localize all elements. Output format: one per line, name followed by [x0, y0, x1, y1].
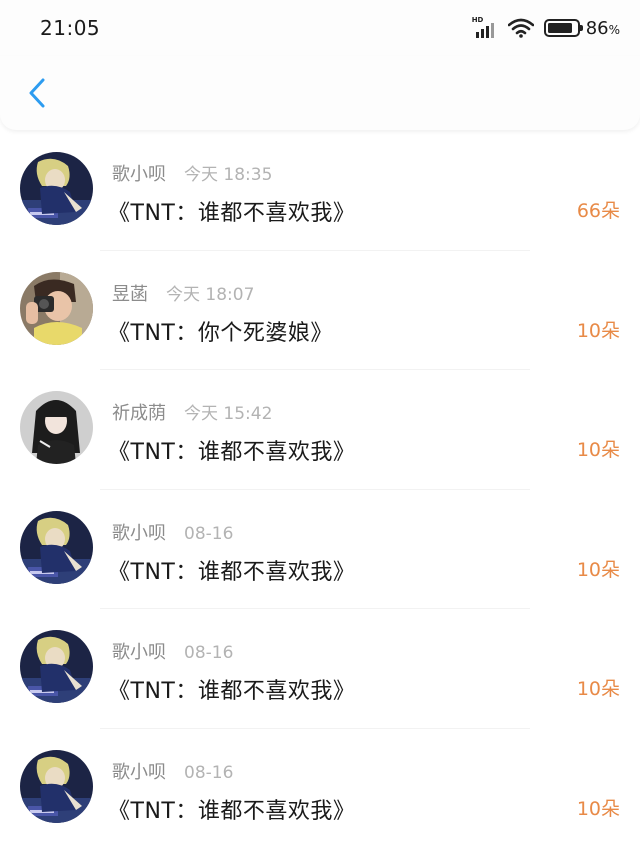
sender-name[interactable]: 歌小呗 [112, 160, 166, 186]
battery-icon [544, 19, 580, 37]
avatar[interactable] [20, 391, 93, 464]
gift-count: 10朵 [577, 316, 620, 343]
item-message: 《TNT：谁都不喜欢我》 [108, 195, 355, 227]
item-meta: 昱菡今天 18:07 [112, 280, 254, 306]
wifi-icon [508, 18, 534, 38]
item-meta: 歌小呗 08-16 [112, 758, 233, 784]
gift-count: 10朵 [577, 435, 620, 462]
avatar[interactable] [20, 511, 93, 584]
signal-icon: HD [472, 17, 498, 39]
avatar[interactable] [20, 750, 93, 823]
item-meta: 祈成荫今天 15:42 [112, 399, 272, 425]
top-nav-bar [0, 56, 640, 130]
item-timestamp: 今天 18:35 [184, 160, 272, 185]
back-button[interactable] [22, 73, 52, 113]
avatar[interactable] [20, 272, 93, 345]
list-item[interactable]: 祈成荫今天 15:42 《TNT：谁都不喜欢我》 10朵 [0, 369, 640, 489]
gift-count: 66朵 [577, 196, 620, 223]
list-item[interactable]: 昱菡今天 18:07 《TNT：你个死婆娘》 10朵 [0, 250, 640, 370]
gift-count: 10朵 [577, 794, 620, 821]
gift-count: 10朵 [577, 555, 620, 582]
item-message: 《TNT：谁都不喜欢我》 [108, 554, 355, 586]
avatar[interactable] [20, 152, 93, 225]
status-icons: HD 86% [472, 17, 620, 39]
avatar[interactable] [20, 630, 93, 703]
item-message: 《TNT：谁都不喜欢我》 [108, 793, 355, 825]
item-timestamp: 08-16 [184, 524, 233, 544]
item-meta: 歌小呗 08-16 [112, 638, 233, 664]
item-timestamp: 08-16 [184, 643, 233, 663]
battery-percent: 86% [586, 18, 620, 39]
item-message: 《TNT：你个死婆娘》 [108, 315, 333, 347]
sender-name[interactable]: 昱菡 [112, 280, 148, 306]
item-message: 《TNT：谁都不喜欢我》 [108, 673, 355, 705]
item-timestamp: 08-16 [184, 763, 233, 783]
list-item[interactable]: 歌小呗 08-16 《TNT：谁都不喜欢我》 10朵 [0, 489, 640, 609]
list-item[interactable]: 歌小呗 08-16 《TNT：谁都不喜欢我》 10朵 [0, 608, 640, 728]
chevron-left-icon [27, 77, 47, 109]
gift-count: 10朵 [577, 674, 620, 701]
item-meta: 歌小呗今天 18:35 [112, 160, 272, 186]
item-timestamp: 今天 15:42 [184, 399, 272, 424]
sender-name[interactable]: 歌小呗 [112, 519, 166, 545]
item-message: 《TNT：谁都不喜欢我》 [108, 434, 355, 466]
item-meta: 歌小呗 08-16 [112, 519, 233, 545]
battery-indicator: 86% [544, 18, 620, 39]
list-item[interactable]: 歌小呗 08-16 《TNT：谁都不喜欢我》 10朵 [0, 728, 640, 847]
item-timestamp: 今天 18:07 [166, 280, 254, 305]
sender-name[interactable]: 歌小呗 [112, 758, 166, 784]
sender-name[interactable]: 歌小呗 [112, 638, 166, 664]
status-time: 21:05 [40, 16, 100, 40]
sender-name[interactable]: 祈成荫 [112, 399, 166, 425]
list-item[interactable]: 歌小呗今天 18:35 《TNT：谁都不喜欢我》 66朵 [0, 130, 640, 250]
gift-list: 歌小呗今天 18:35《TNT：谁都不喜欢我》66朵 昱菡今天 18:07《TN… [0, 130, 640, 847]
status-bar: 21:05 HD 86% [0, 0, 640, 56]
